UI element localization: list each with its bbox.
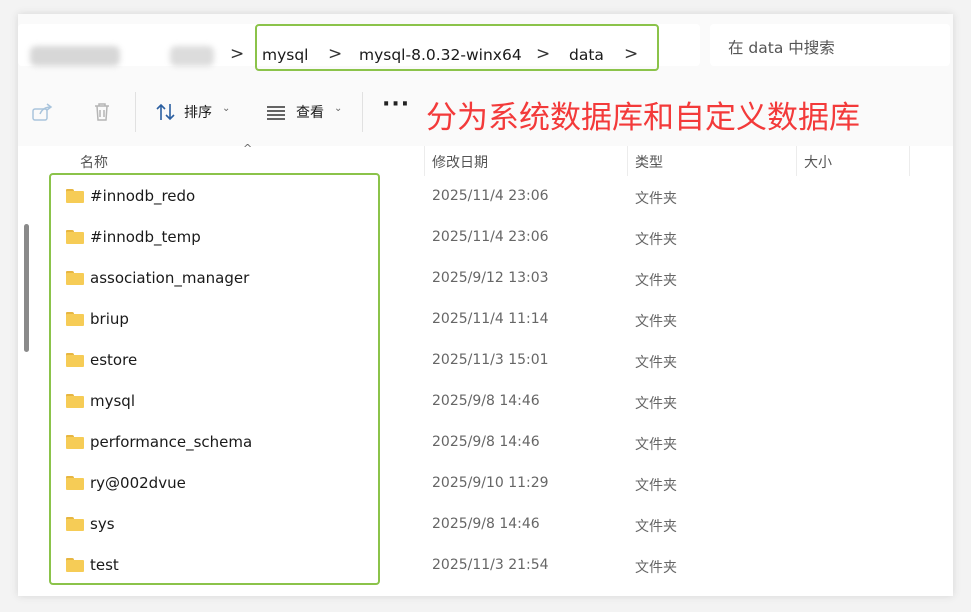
file-modified-date: 2025/9/8 14:46	[432, 393, 540, 409]
chevron-down-icon: ⌄	[334, 103, 343, 114]
search-input[interactable]: 在 data 中搜索	[728, 36, 835, 58]
file-modified-date: 2025/11/4 11:14	[432, 311, 549, 327]
address-row: > mysql > mysql-8.0.32-winx64 > data > 在…	[18, 14, 953, 80]
column-header-name[interactable]: 名称	[80, 152, 108, 172]
toolbar-divider	[362, 92, 363, 132]
chevron-right-icon[interactable]: >	[230, 44, 244, 64]
toolbar: 排序 ⌄ 查看 ⌄ ··· 分为系统数据库和自定义数据库	[18, 80, 953, 147]
toolbar-divider	[135, 92, 136, 132]
more-options-button[interactable]: ···	[382, 92, 410, 117]
file-modified-date: 2025/11/4 23:06	[432, 188, 549, 204]
vertical-scrollbar[interactable]	[24, 224, 29, 352]
view-icon	[267, 106, 285, 120]
file-modified-date: 2025/11/3 15:01	[432, 352, 549, 368]
file-type: 文件夹	[635, 191, 677, 207]
column-header-size[interactable]: 大小	[804, 152, 832, 172]
share-icon[interactable]	[30, 100, 54, 124]
file-modified-date: 2025/9/12 13:03	[432, 270, 549, 286]
file-type: 文件夹	[635, 232, 677, 248]
column-divider[interactable]	[909, 146, 910, 176]
breadcrumb-highlight	[255, 24, 659, 71]
file-type: 文件夹	[635, 273, 677, 289]
column-header-modified[interactable]: 修改日期	[432, 152, 488, 172]
column-header-type[interactable]: 类型	[635, 152, 663, 172]
column-divider[interactable]	[627, 146, 628, 176]
blurred-crumb	[170, 46, 214, 66]
file-type: 文件夹	[635, 478, 677, 494]
sort-label: 排序	[184, 105, 212, 121]
column-divider[interactable]	[424, 146, 425, 176]
file-type: 文件夹	[635, 437, 677, 453]
sort-ascending-icon: ^	[243, 142, 253, 155]
file-modified-date: 2025/9/10 11:29	[432, 475, 549, 491]
view-label: 查看	[296, 105, 324, 121]
sort-icon	[156, 103, 175, 121]
delete-icon[interactable]	[90, 100, 114, 124]
annotation-text: 分为系统数据库和自定义数据库	[426, 100, 860, 136]
file-modified-date: 2025/9/8 14:46	[432, 516, 540, 532]
column-divider[interactable]	[796, 146, 797, 176]
file-explorer-window: > mysql > mysql-8.0.32-winx64 > data > 在…	[18, 14, 953, 596]
folder-list-highlight	[49, 173, 380, 585]
file-type: 文件夹	[635, 396, 677, 412]
file-modified-date: 2025/11/3 21:54	[432, 557, 549, 573]
file-modified-date: 2025/9/8 14:46	[432, 434, 540, 450]
file-type: 文件夹	[635, 560, 677, 576]
file-type: 文件夹	[635, 519, 677, 535]
file-type: 文件夹	[635, 314, 677, 330]
chevron-down-icon: ⌄	[222, 103, 231, 114]
blurred-crumb	[30, 46, 120, 66]
search-box[interactable]: 在 data 中搜索	[710, 24, 950, 66]
file-modified-date: 2025/11/4 23:06	[432, 229, 549, 245]
file-list: ^ 名称 修改日期 类型 大小 #innodb_redo 2025/11/4 23…	[18, 142, 953, 596]
file-type: 文件夹	[635, 355, 677, 371]
